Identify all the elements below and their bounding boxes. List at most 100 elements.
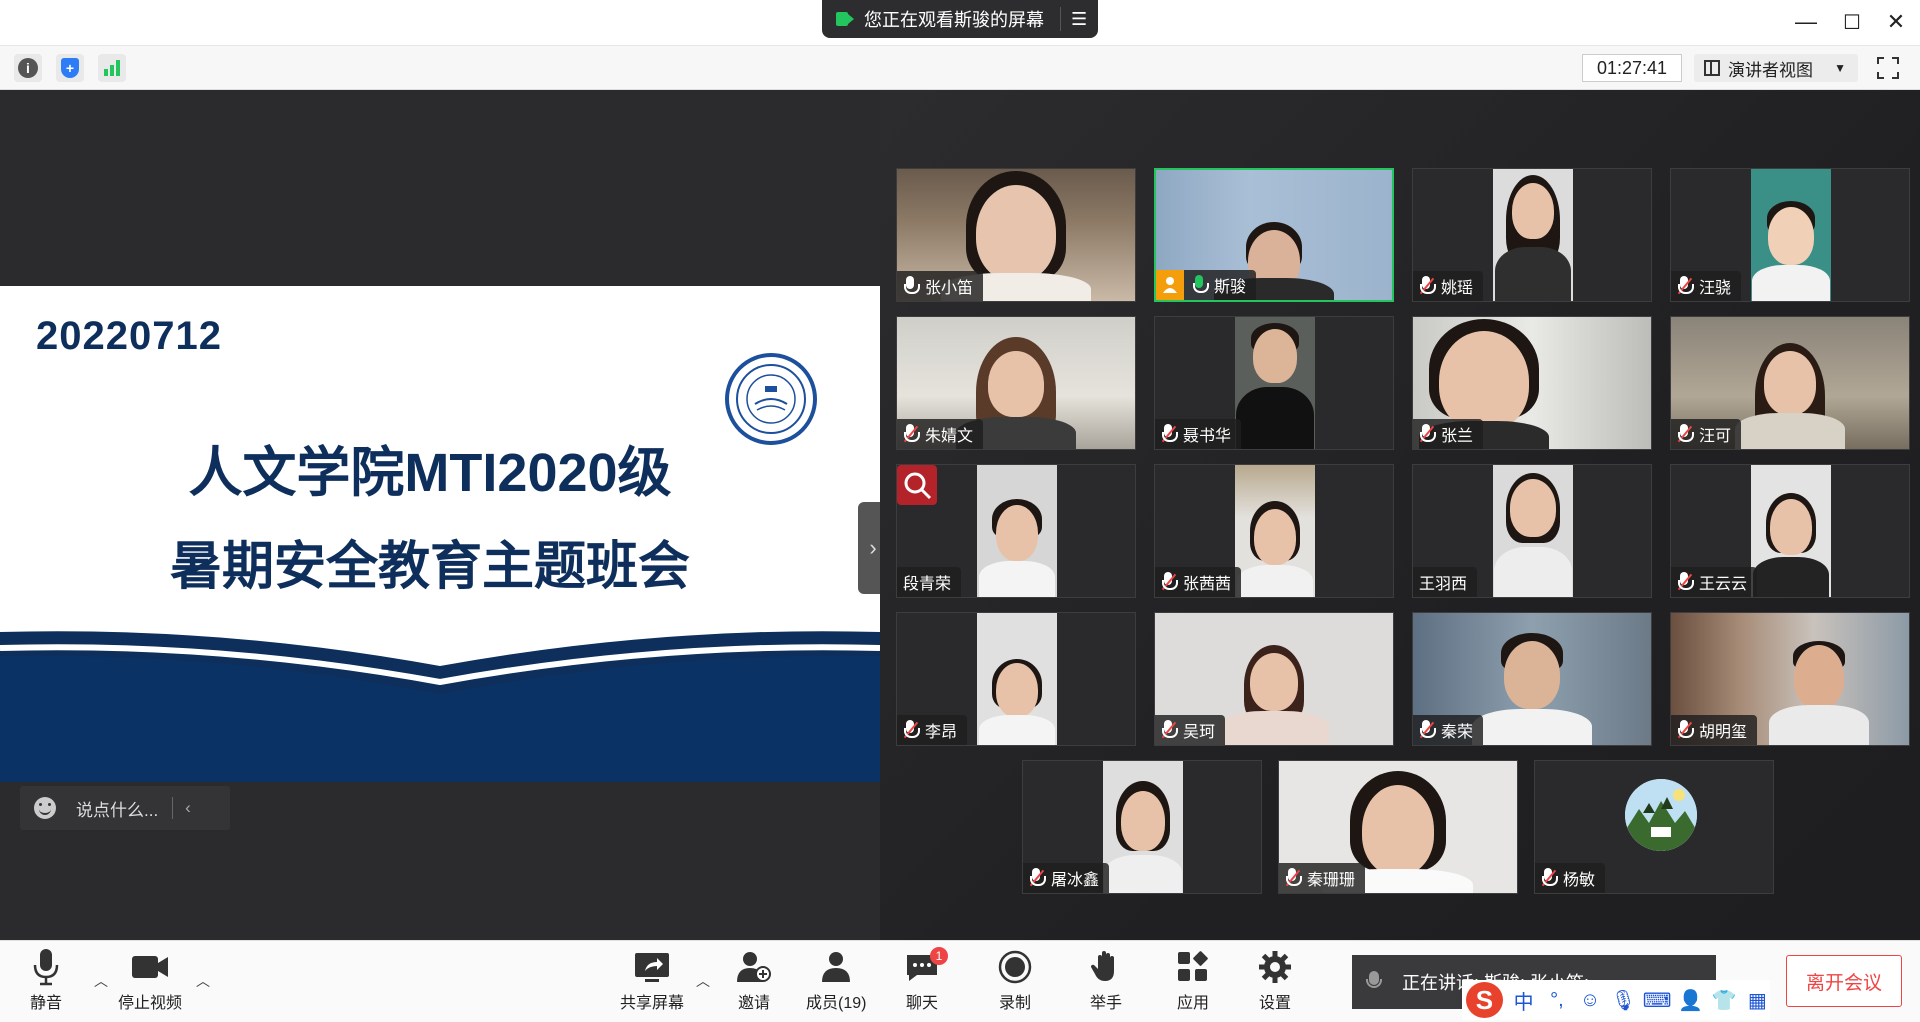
meeting-info-strip: i + 01:27:41 演讲者视图 ▼	[0, 46, 1920, 90]
quick-chat-box[interactable]: 说点什么... ‹	[20, 786, 230, 830]
video-tile[interactable]: 段青荣	[896, 464, 1136, 598]
video-tile[interactable]: 秦荣	[1412, 612, 1652, 746]
video-tile[interactable]: 张小笛	[896, 168, 1136, 302]
meeting-info-button[interactable]: i	[14, 54, 42, 82]
participant-label: 汪骁	[1671, 271, 1742, 301]
members-icon	[822, 952, 851, 982]
microphone-muted-icon	[1677, 424, 1694, 444]
meeting-timer: 01:27:41	[1582, 54, 1682, 82]
network-status-button[interactable]	[98, 54, 126, 82]
participant-label: 秦珊珊	[1279, 863, 1366, 893]
video-tile[interactable]: 屠冰鑫	[1022, 760, 1262, 894]
video-tile[interactable]: 汪骁	[1670, 168, 1910, 302]
sogou-logo[interactable]: S	[1466, 982, 1503, 1018]
video-tile[interactable]: 杨敏	[1534, 760, 1774, 894]
view-mode-select[interactable]: 演讲者视图 ▼	[1694, 54, 1858, 82]
video-tile[interactable]: 聂书华	[1154, 316, 1394, 450]
list-icon[interactable]: ☰	[1071, 9, 1087, 30]
fullscreen-icon[interactable]	[1876, 56, 1900, 80]
ime-mode-toggle[interactable]: 中	[1511, 987, 1536, 1014]
mute-button[interactable]: 静音	[30, 945, 62, 1017]
screen-share-notice[interactable]: 您正在观看斯骏的屏幕 ☰	[822, 0, 1098, 38]
skin-icon[interactable]: 👕	[1711, 987, 1737, 1013]
participant-label: 王羽西	[1413, 567, 1478, 597]
participant-label: 吴珂	[1155, 715, 1226, 745]
close-button[interactable]: ✕	[1876, 6, 1916, 38]
microphone-muted-icon	[1419, 720, 1436, 740]
video-tile[interactable]: 吴珂	[1154, 612, 1394, 746]
chat-button[interactable]: 1 聊天	[904, 945, 948, 1017]
microphone-muted-icon	[1419, 424, 1436, 444]
microphone-icon	[903, 276, 920, 296]
video-tile[interactable]: 秦珊珊	[1278, 760, 1518, 894]
profile-avatar	[1625, 779, 1697, 851]
share-notice-text: 您正在观看斯骏的屏幕	[864, 10, 1044, 30]
toolbox-icon[interactable]: ▦	[1745, 987, 1770, 1013]
participant-label: 王云云	[1671, 567, 1758, 597]
video-tile[interactable]: 朱婧文	[896, 316, 1136, 450]
maximize-button[interactable]: ☐	[1832, 6, 1872, 38]
share-screen-icon	[635, 953, 669, 982]
record-button[interactable]: 录制	[998, 945, 1032, 1017]
invite-button[interactable]: 邀请	[736, 945, 772, 1017]
participant-video	[1103, 761, 1183, 893]
video-tile[interactable]: 胡明玺	[1670, 612, 1910, 746]
share-screen-button[interactable]: 共享屏幕	[620, 945, 684, 1017]
participant-label: 杨敏	[1535, 863, 1606, 893]
video-options-caret[interactable]: ︿	[196, 971, 210, 991]
microphone-active-icon	[1192, 275, 1209, 295]
signal-bars-icon	[104, 60, 120, 76]
audio-options-caret[interactable]: ︿	[94, 971, 108, 991]
search-icon[interactable]	[897, 465, 937, 505]
video-tile[interactable]: 李昂	[896, 612, 1136, 746]
apps-grid-icon	[1178, 951, 1208, 981]
microphone-muted-icon	[1161, 424, 1178, 444]
video-tile[interactable]: 王羽西	[1412, 464, 1652, 598]
meeting-main-area: 20220712 人文学院MTI2020级 暑期安全教育主题班会 › 说点什么.	[0, 90, 1920, 940]
host-icon	[1156, 270, 1184, 300]
stop-video-button[interactable]: 停止视频	[118, 945, 182, 1017]
chevron-left-icon[interactable]: ‹	[185, 798, 191, 818]
microphone-icon	[33, 949, 59, 986]
members-button[interactable]: 成员(19)	[806, 945, 866, 1017]
microphone-muted-icon	[1419, 276, 1436, 296]
participant-video	[977, 465, 1057, 597]
minimize-button[interactable]: —	[1786, 6, 1826, 38]
raise-hand-button[interactable]: 举手	[1090, 945, 1122, 1017]
apps-button[interactable]: 应用	[1176, 945, 1210, 1017]
video-tile[interactable]: 姚瑶	[1412, 168, 1652, 302]
chevron-right-icon: ›	[869, 535, 877, 560]
participant-video	[1235, 465, 1315, 597]
video-tile[interactable]: 张兰	[1412, 316, 1652, 450]
participant-label: 朱婧文	[897, 419, 984, 449]
slide-date: 20220712	[36, 314, 222, 358]
video-tile-active-speaker[interactable]: 斯骏	[1154, 168, 1394, 302]
emoji-icon[interactable]	[34, 797, 56, 819]
input-method-toolbar[interactable]: S 中 °, ☺ 🎙 ⌨ 👤 👕 ▦	[1462, 980, 1770, 1020]
chat-input-placeholder[interactable]: 说点什么...	[76, 796, 158, 821]
share-options-caret[interactable]: ︿	[696, 971, 710, 991]
user-icon[interactable]: 👤	[1678, 987, 1703, 1013]
video-tile[interactable]: 王云云	[1670, 464, 1910, 598]
unread-badge: 1	[930, 947, 948, 965]
microphone-muted-icon	[1029, 868, 1046, 888]
video-tile[interactable]: 张茜茜	[1154, 464, 1394, 598]
caret-down-icon: ▼	[1834, 61, 1846, 75]
participant-label: 斯骏	[1156, 270, 1257, 300]
smile-icon[interactable]: ☺	[1578, 987, 1603, 1013]
participant-video	[1493, 465, 1573, 597]
video-camera-icon	[132, 956, 168, 978]
book-wave-decoration	[0, 631, 880, 782]
ime-punctuation-toggle[interactable]: °,	[1544, 987, 1569, 1013]
video-tile[interactable]: 汪可	[1670, 316, 1910, 450]
settings-button[interactable]: 设置	[1258, 945, 1292, 1017]
security-button[interactable]: +	[56, 54, 84, 82]
voice-input-icon[interactable]: 🎙	[1611, 987, 1636, 1013]
add-user-icon	[737, 952, 771, 982]
microphone-muted-icon	[903, 424, 920, 444]
leave-meeting-button[interactable]: 离开会议	[1786, 955, 1902, 1007]
keyboard-icon[interactable]: ⌨	[1643, 987, 1672, 1013]
microphone-muted-icon	[1677, 572, 1694, 592]
title-bar: 您正在观看斯骏的屏幕 ☰ — ☐ ✕	[0, 0, 1920, 46]
participant-label: 张兰	[1413, 419, 1484, 449]
